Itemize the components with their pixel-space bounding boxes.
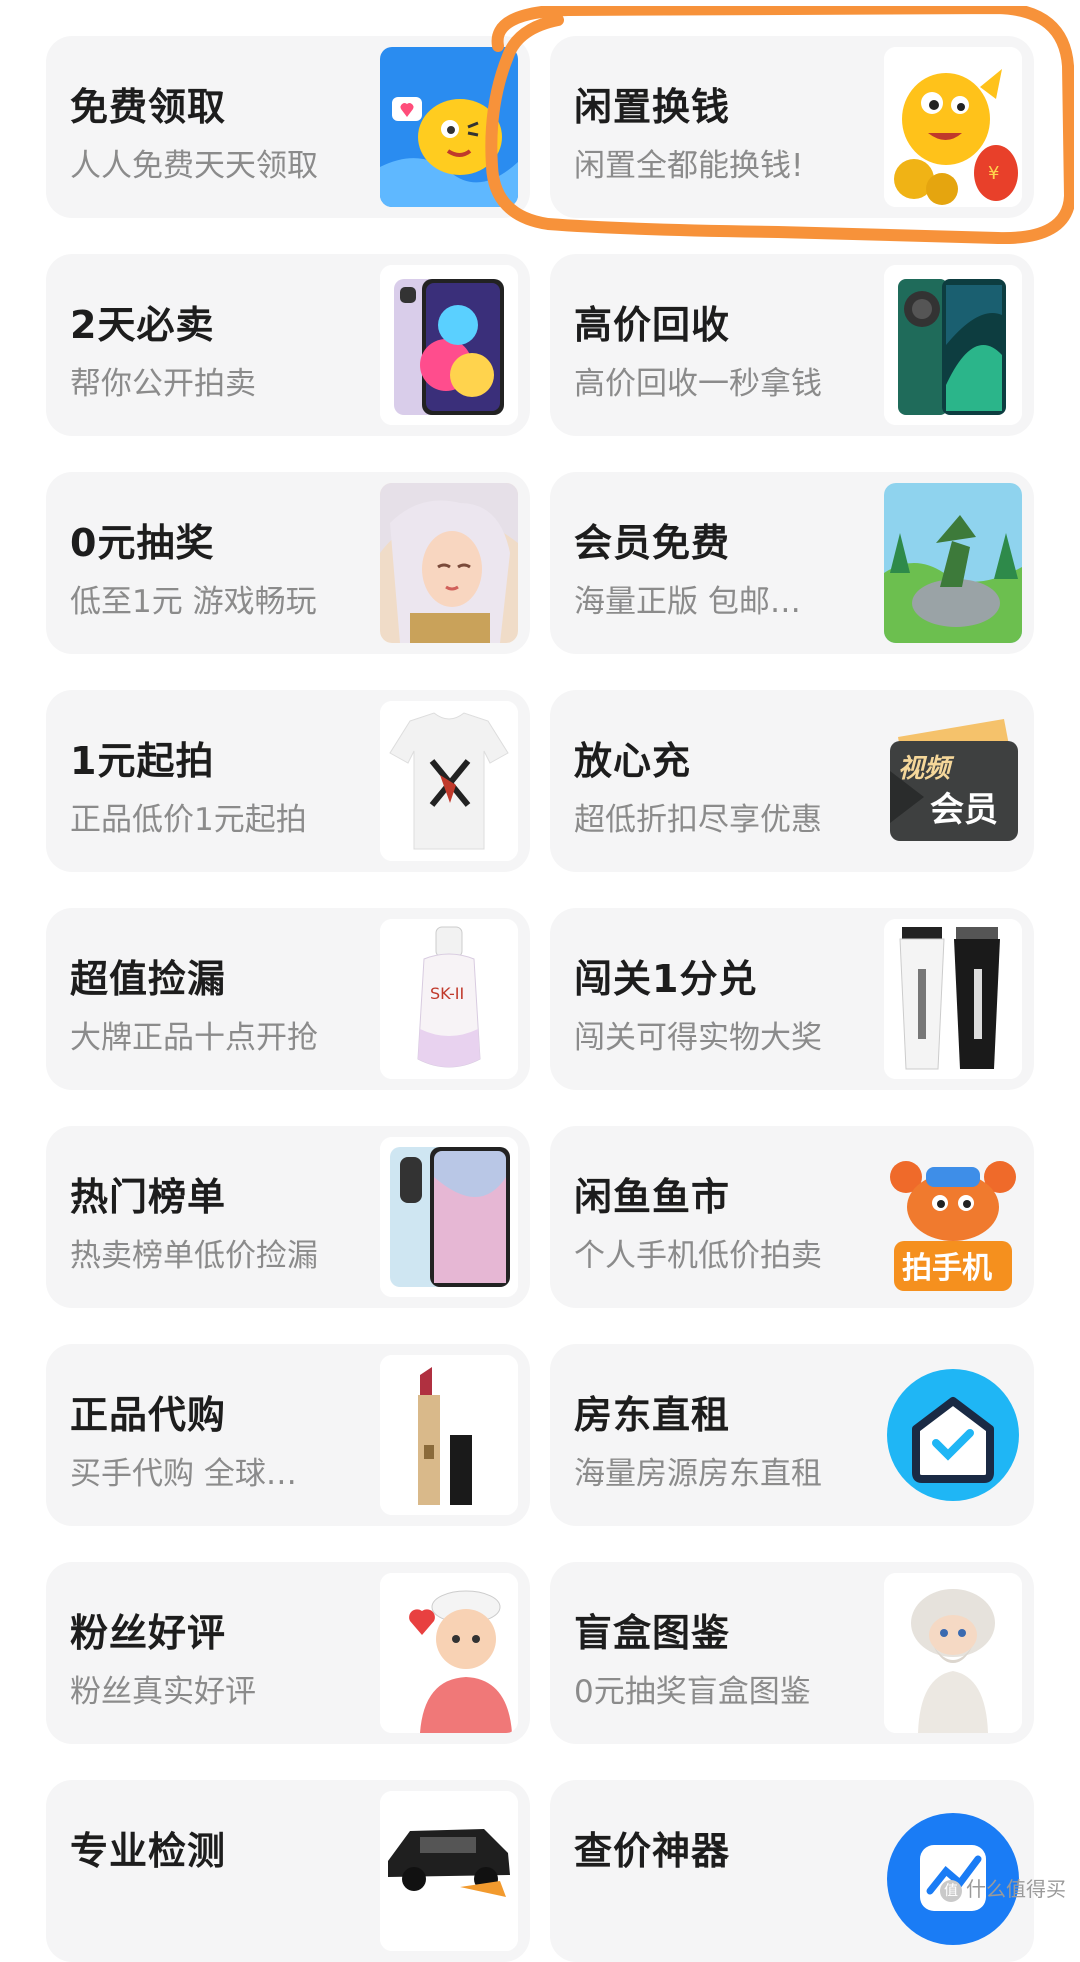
card-subtitle: 大牌正品十点开抢 — [70, 1020, 318, 1056]
card-subtitle: 买手代购 全球… — [70, 1456, 297, 1492]
card-title: 闲鱼鱼市 — [574, 1175, 731, 1219]
card-genuine-purchasing[interactable]: 正品代购 买手代购 全球… — [46, 1344, 530, 1526]
moomin-illustration-image — [884, 483, 1022, 643]
card-title: 查价神器 — [574, 1829, 731, 1873]
watermark: 值什么值得买 — [940, 1873, 1066, 1902]
card-title: 会员免费 — [574, 521, 731, 565]
card-subtitle: 超低折扣尽享优惠 — [574, 802, 822, 838]
card-subtitle: 帮你公开拍卖 — [70, 366, 256, 402]
card-title: 闯关1分兑 — [574, 957, 758, 1001]
card-subtitle: 正品低价1元起拍 — [70, 802, 307, 838]
white-tshirt-image — [380, 701, 518, 861]
card-title: 免费领取 — [70, 85, 227, 129]
card-title: 粉丝好评 — [70, 1611, 227, 1655]
card-title: 热门榜单 — [70, 1175, 227, 1219]
card-subtitle: 低至1元 游戏畅玩 — [70, 584, 317, 620]
card-super-bargain[interactable]: 超值捡漏 大牌正品十点开抢 SK-II — [46, 908, 530, 1090]
card-blind-box-catalog[interactable]: 盲盒图鉴 0元抽奖盲盒图鉴 — [550, 1562, 1034, 1744]
card-fan-reviews[interactable]: 粉丝好评 粉丝真实好评 — [46, 1562, 530, 1744]
card-idle-to-cash[interactable]: 闲置换钱 闲置全都能换钱! ¥ — [550, 36, 1034, 218]
watermark-text: 什么值得买 — [966, 1877, 1066, 1901]
card-title: 超值捡漏 — [70, 957, 227, 1001]
cartoon-boy-heart-image — [380, 1573, 518, 1733]
card-title: 0元抽奖 — [70, 521, 215, 565]
card-subtitle: 闲置全都能换钱! — [574, 148, 804, 184]
video-vip-card-image: 视频 会员 — [884, 701, 1022, 861]
card-title: 闲置换钱 — [574, 85, 731, 129]
green-huawei-phone-image — [884, 265, 1022, 425]
card-subtitle: 海量正版 包邮… — [574, 584, 801, 620]
game-character-image — [380, 483, 518, 643]
ysl-lipstick-image — [380, 1355, 518, 1515]
vivo-phone-image — [380, 1137, 518, 1297]
card-free-membership[interactable]: 会员免费 海量正版 包邮… — [550, 472, 1034, 654]
svg-text:¥: ¥ — [988, 163, 999, 184]
card-professional-inspection[interactable]: 专业检测 — [46, 1780, 530, 1962]
card-zero-lottery[interactable]: 0元抽奖 低至1元 游戏畅玩 — [46, 472, 530, 654]
card-title: 专业检测 — [70, 1829, 227, 1873]
video-card-bottom-text: 会员 — [930, 790, 998, 830]
card-subtitle: 热卖榜单低价捡漏 — [70, 1238, 318, 1274]
purple-iphone-image — [380, 265, 518, 425]
card-price-checker[interactable]: 查价神器 — [550, 1780, 1034, 1962]
skii-serum-image: SK-II — [380, 919, 518, 1079]
card-subtitle: 人人免费天天领取 — [70, 148, 318, 184]
card-high-price-recycle[interactable]: 高价回收 高价回收一秒拿钱 — [550, 254, 1034, 436]
black-suv-image — [380, 1791, 518, 1951]
card-title: 盲盒图鉴 — [574, 1611, 731, 1655]
card-title: 放心充 — [574, 739, 692, 783]
price-chart-icon — [884, 1791, 1022, 1951]
blind-box-figure-image — [884, 1573, 1022, 1733]
card-sell-in-2-days[interactable]: 2天必卖 帮你公开拍卖 — [46, 254, 530, 436]
card-hot-ranking[interactable]: 热门榜单 热卖榜单低价捡漏 — [46, 1126, 530, 1308]
fish-mascot-coins-image: ¥ — [884, 47, 1022, 207]
crab-mascot-image: 拍手机 — [884, 1137, 1022, 1297]
card-level-one-cent[interactable]: 闯关1分兑 闯关可得实物大奖 — [550, 908, 1034, 1090]
card-free-claim[interactable]: 免费领取 人人免费天天领取 — [46, 36, 530, 218]
card-one-yuan-auction[interactable]: 1元起拍 正品低价1元起拍 — [46, 690, 530, 872]
card-subtitle: 高价回收一秒拿钱 — [574, 366, 822, 402]
house-check-icon — [884, 1355, 1022, 1515]
card-landlord-rental[interactable]: 房东直租 海量房源房东直租 — [550, 1344, 1034, 1526]
card-title: 2天必卖 — [70, 303, 215, 347]
card-title: 高价回收 — [574, 303, 731, 347]
skii-brand-text: SK-II — [430, 984, 464, 1003]
fish-mascot-heart-image — [380, 47, 518, 207]
card-safe-recharge[interactable]: 放心充 超低折扣尽享优惠 视频 会员 — [550, 690, 1034, 872]
card-subtitle: 闯关可得实物大奖 — [574, 1020, 822, 1056]
card-title: 1元起拍 — [70, 739, 215, 783]
video-card-top-text: 视频 — [898, 754, 955, 784]
crab-sign-text: 拍手机 — [902, 1251, 992, 1286]
card-subtitle: 粉丝真实好评 — [70, 1674, 256, 1710]
watermark-logo-icon: 值 — [940, 1879, 962, 1902]
card-subtitle: 0元抽奖盲盒图鉴 — [574, 1674, 811, 1710]
card-subtitle: 个人手机低价拍卖 — [574, 1238, 822, 1274]
card-title: 房东直租 — [574, 1393, 731, 1437]
zoo-son-tubes-image — [884, 919, 1022, 1079]
card-xianyu-market[interactable]: 闲鱼鱼市 个人手机低价拍卖 拍手机 — [550, 1126, 1034, 1308]
card-subtitle: 海量房源房东直租 — [574, 1456, 822, 1492]
card-title: 正品代购 — [70, 1393, 227, 1437]
